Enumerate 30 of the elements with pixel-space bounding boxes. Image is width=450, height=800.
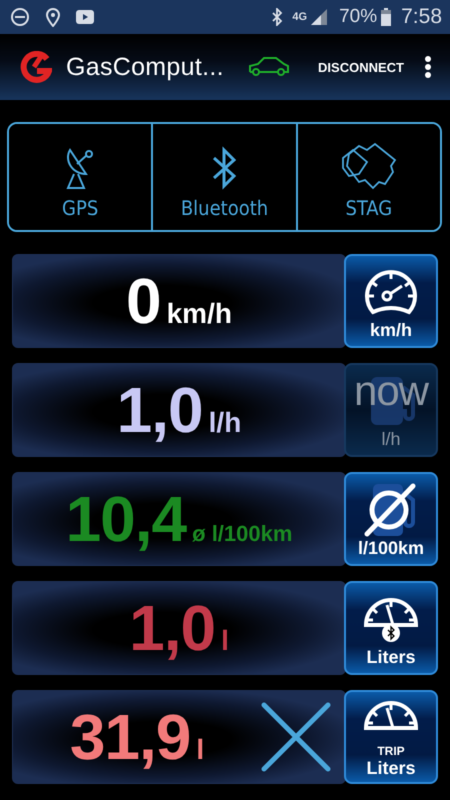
- signal-icon: [311, 9, 328, 25]
- battery-level: 70%: [339, 6, 378, 28]
- menu-icon[interactable]: [424, 56, 432, 78]
- reading-unit: l: [221, 625, 229, 657]
- reading-unit: ø l/100km: [192, 521, 292, 547]
- reading-value: 0: [126, 264, 161, 338]
- close-icon[interactable]: [261, 702, 331, 772]
- unit-button[interactable]: l/100km: [344, 472, 438, 566]
- clock: 7:58: [401, 5, 442, 29]
- app-title: GasComput...: [66, 52, 224, 82]
- network-type: 4G: [292, 11, 308, 23]
- reading-unit: l: [196, 734, 204, 766]
- reading-unit: km/h: [166, 298, 232, 330]
- do-not-disturb-icon: [10, 7, 30, 27]
- logo-icon: [20, 51, 52, 83]
- reading-unit: l/h: [208, 407, 242, 439]
- unit-button[interactable]: km/h: [344, 254, 438, 348]
- reading-value: 31,9: [70, 700, 190, 774]
- battery-icon: [381, 8, 392, 26]
- location-icon: [46, 8, 60, 26]
- unit-button[interactable]: TRIP Liters: [344, 690, 438, 784]
- reading-value: 10,4: [66, 482, 186, 556]
- tile-button[interactable]: STAG: [296, 124, 440, 230]
- disconnect-button[interactable]: DISCONNECT: [318, 56, 404, 78]
- bluetooth-icon: [212, 146, 236, 190]
- unit-button[interactable]: Liters: [344, 581, 438, 675]
- bluetooth-icon: [270, 8, 284, 26]
- reading-value: 1,0: [116, 373, 203, 447]
- video-icon: [76, 10, 94, 24]
- reading-value: 1,0: [129, 591, 216, 665]
